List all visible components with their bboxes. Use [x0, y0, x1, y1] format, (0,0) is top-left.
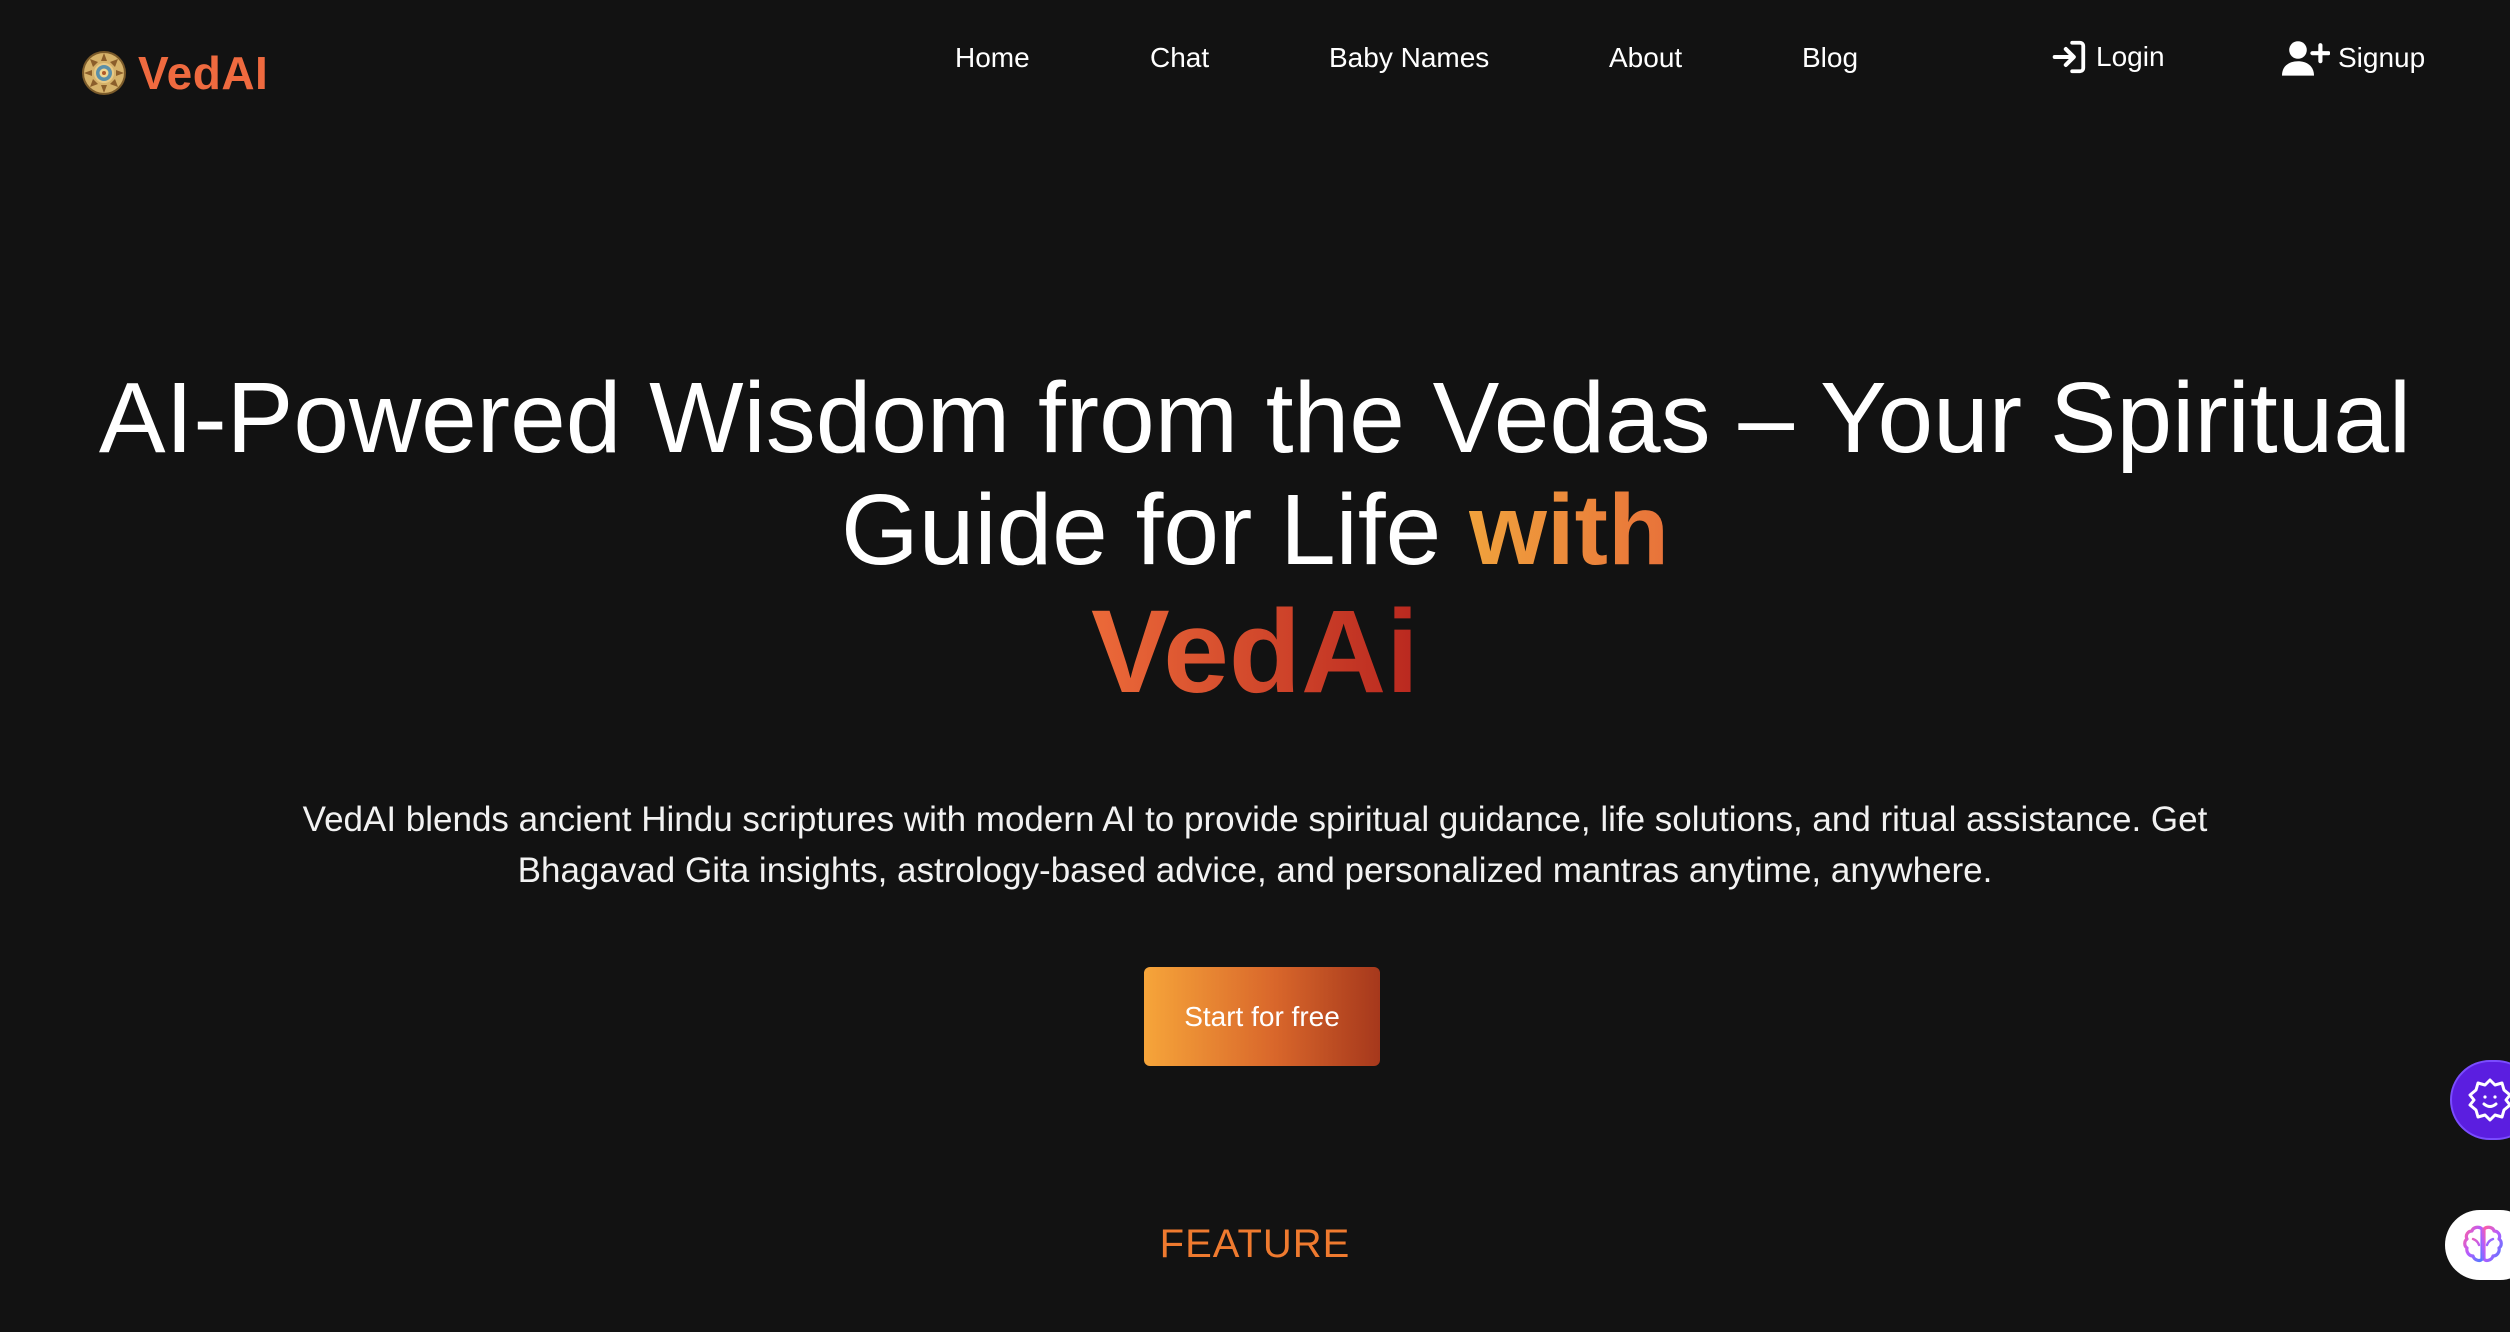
brain-icon	[2463, 1225, 2503, 1263]
nav-chat[interactable]: Chat	[1150, 42, 1209, 74]
hero-description: VedAI blends ancient Hindu scriptures wi…	[302, 800, 2208, 890]
brand-name: VedAI	[138, 47, 269, 99]
login-link[interactable]: Login	[2050, 38, 2165, 76]
start-for-free-button[interactable]: Start for free	[1144, 967, 1380, 1066]
login-arrow-icon	[2052, 40, 2086, 74]
gear-face-icon	[2468, 1078, 2510, 1122]
hero-title: AI-Powered Wisdom from the Vedas – Your …	[0, 362, 2510, 716]
hero-title-accent: with	[1469, 474, 1670, 586]
nav-baby-names[interactable]: Baby Names	[1329, 42, 1489, 74]
nav-about[interactable]: About	[1609, 42, 1682, 74]
hero-title-brand-line: VedAi	[0, 588, 2510, 716]
signup-label: Signup	[2338, 42, 2426, 73]
feature-section-label: FEATURE	[1159, 1222, 1351, 1266]
page: VedAI Home Chat Baby Names About Blog Lo…	[0, 0, 2510, 1332]
nav-home[interactable]: Home	[955, 42, 1030, 74]
brand-logo[interactable]: VedAI	[80, 46, 268, 100]
floating-brain-button[interactable]	[2445, 1210, 2510, 1280]
nav-blog[interactable]: Blog	[1802, 42, 1858, 74]
floating-settings-button[interactable]	[2450, 1060, 2510, 1140]
signup-link[interactable]: Signup	[2282, 38, 2425, 78]
login-label: Login	[2096, 41, 2165, 72]
mandala-logo-icon	[82, 51, 126, 95]
hero-title-main: AI-Powered Wisdom from the Vedas – Your …	[98, 362, 2412, 586]
user-plus-icon	[2282, 41, 2330, 76]
hero-title-brand: VedAi	[1091, 586, 1419, 718]
